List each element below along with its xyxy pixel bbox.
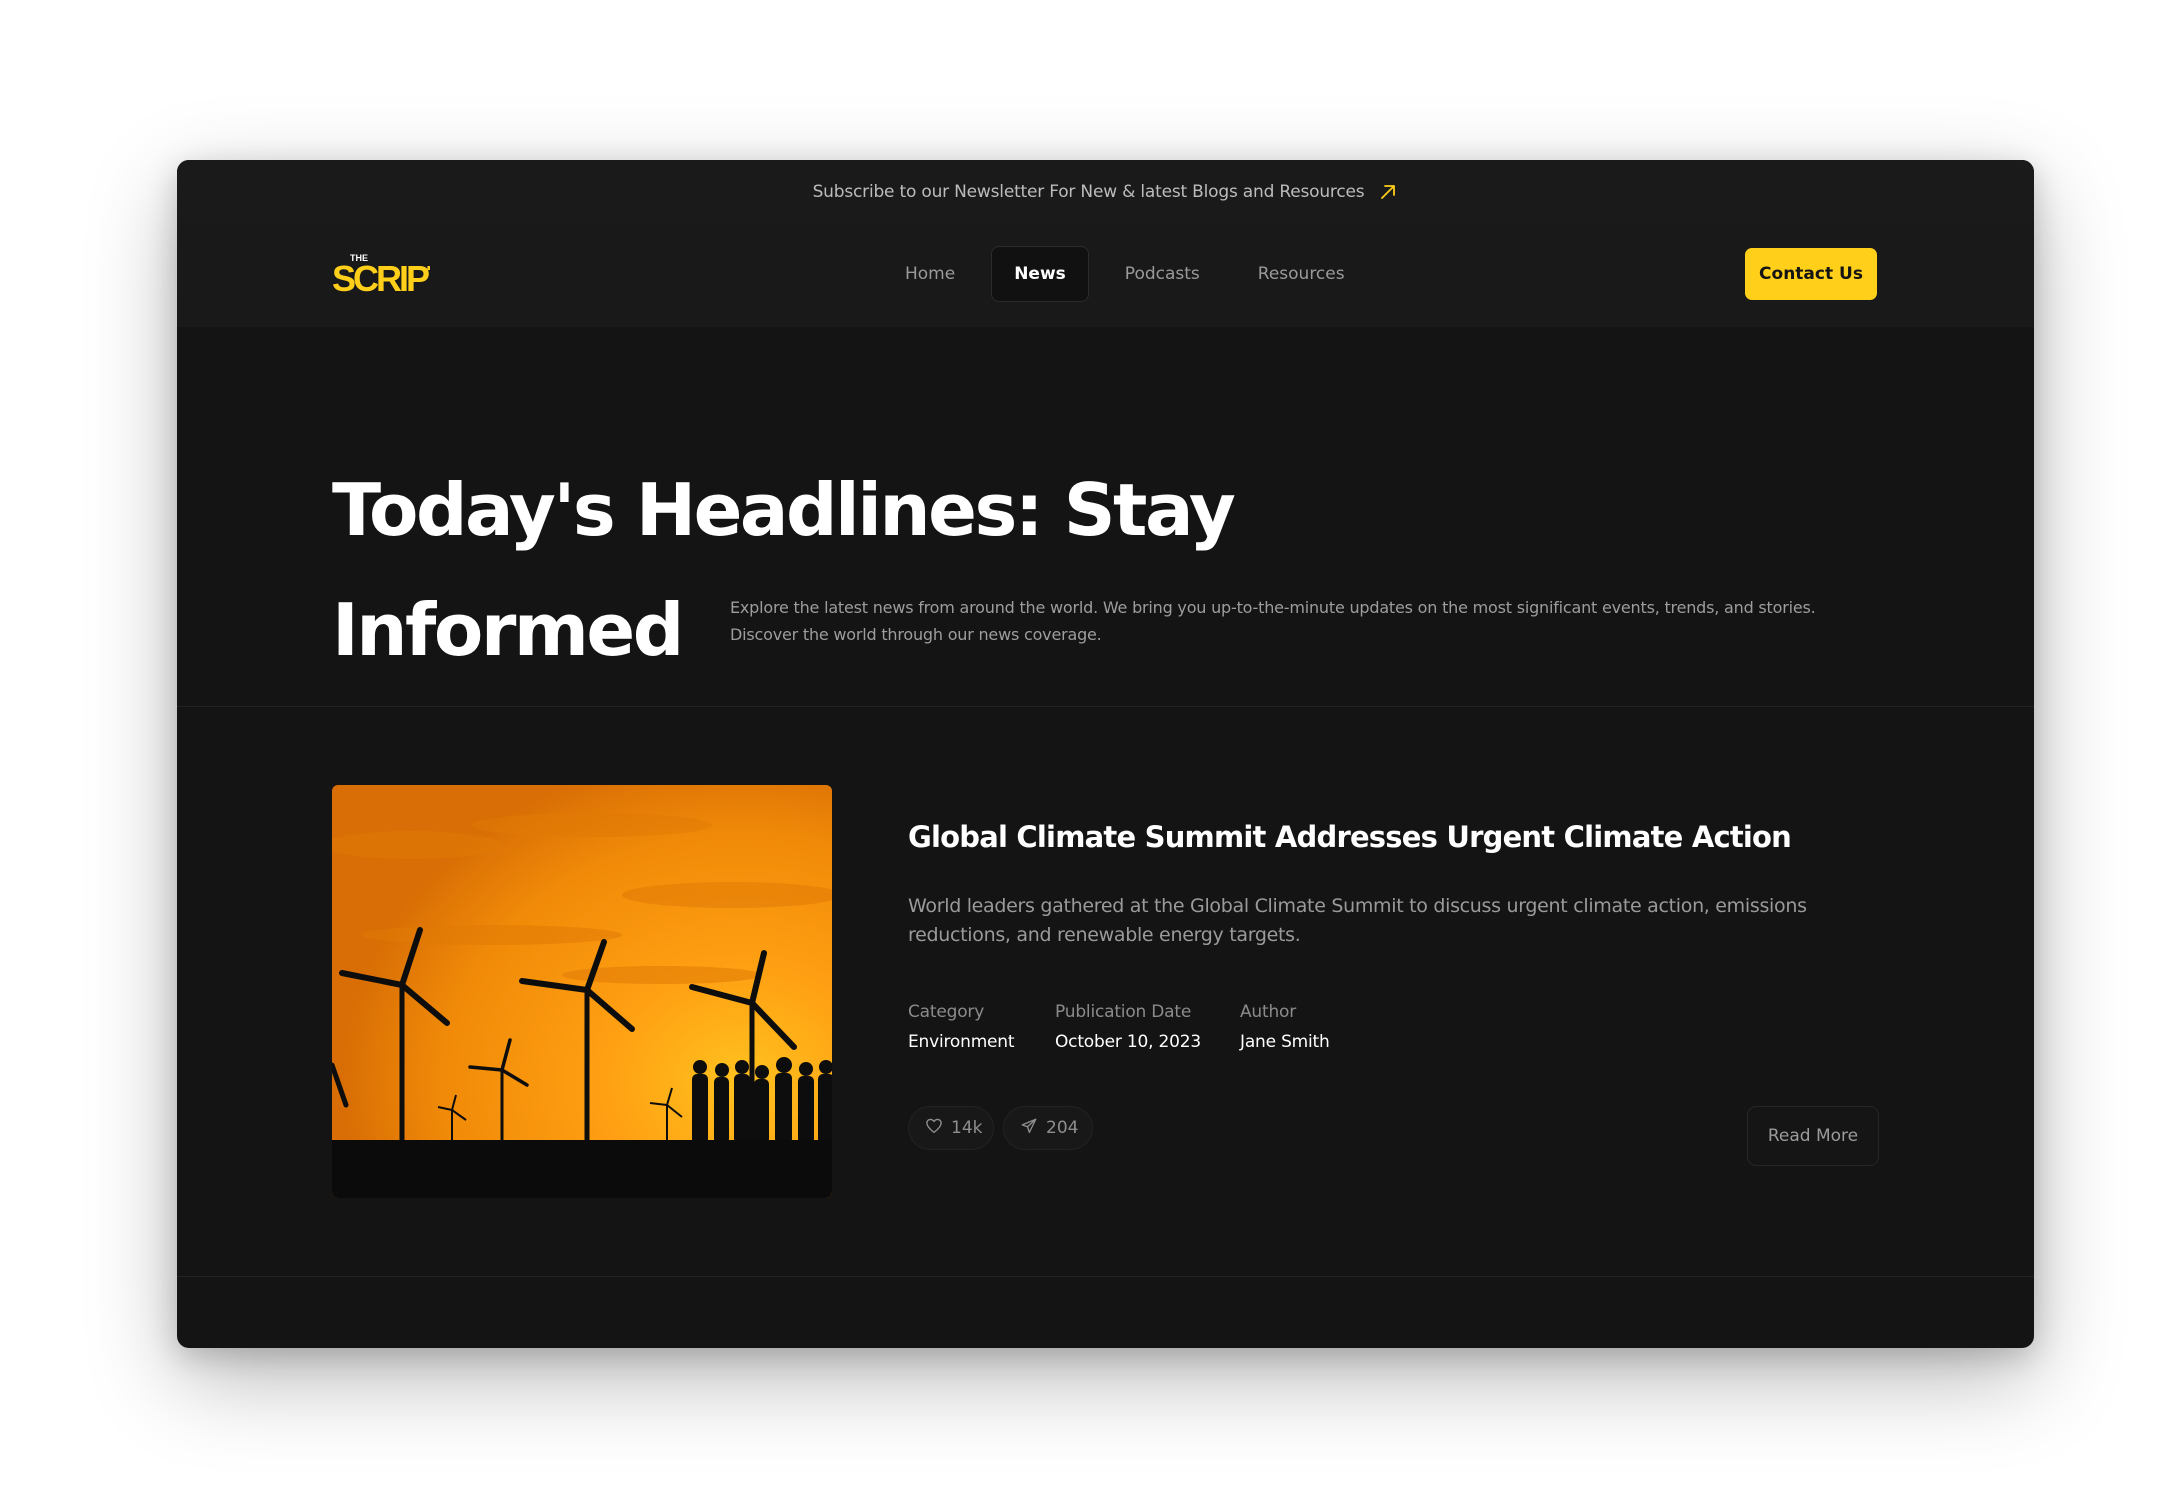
meta-author-label: Author [1240,1002,1297,1022]
top-nav: THE SCRIPT Home News Podcasts Resources … [177,223,2034,327]
article-image[interactable] [332,785,832,1198]
hero-description: Explore the latest news from around the … [730,598,1816,644]
meta-category: Category Environment [908,1002,1015,1052]
arrow-up-right-icon [1378,182,1398,202]
svg-text:SCRIPT: SCRIPT [332,258,430,299]
meta-category-label: Category [908,1002,985,1022]
article-title[interactable]: Global Climate Summit Addresses Urgent C… [908,820,1792,854]
like-count: 14k [951,1118,983,1138]
nav-item-resources[interactable]: Resources [1236,247,1367,301]
meta-author-value: Jane Smith [1240,1032,1330,1052]
meta-category-value: Environment [908,1032,1015,1052]
section-divider-bottom [177,1276,2034,1277]
newsletter-banner[interactable]: Subscribe to our Newsletter For New & la… [177,160,2034,223]
page-title-line-1: Today's Headlines: Stay [332,468,1236,552]
like-button[interactable]: 14k [908,1106,994,1150]
nav-links: Home News Podcasts Resources [883,246,1367,302]
send-icon [1020,1117,1038,1140]
browser-window: Subscribe to our Newsletter For New & la… [177,160,2034,1348]
share-count: 204 [1046,1118,1079,1138]
read-more-button[interactable]: Read More [1747,1106,1879,1166]
meta-date-label: Publication Date [1055,1002,1192,1022]
nav-item-podcasts[interactable]: Podcasts [1103,247,1222,301]
meta-author: Author Jane Smith [1240,1002,1330,1052]
nav-item-news[interactable]: News [991,246,1089,302]
contact-us-button[interactable]: Contact Us [1745,248,1877,300]
section-divider [177,706,2034,707]
meta-date-value: October 10, 2023 [1055,1032,1201,1052]
meta-publication-date: Publication Date October 10, 2023 [1055,1002,1201,1052]
nav-item-home[interactable]: Home [883,247,977,301]
site-logo[interactable]: THE SCRIPT [332,247,452,303]
newsletter-banner-text: Subscribe to our Newsletter For New & la… [812,181,1365,202]
heart-icon [925,1117,943,1140]
share-button[interactable]: 204 [1003,1106,1093,1150]
article-summary: World leaders gathered at the Global Cli… [908,895,1807,946]
page-title: Today's Headlines: Stay Informed [332,450,1236,690]
